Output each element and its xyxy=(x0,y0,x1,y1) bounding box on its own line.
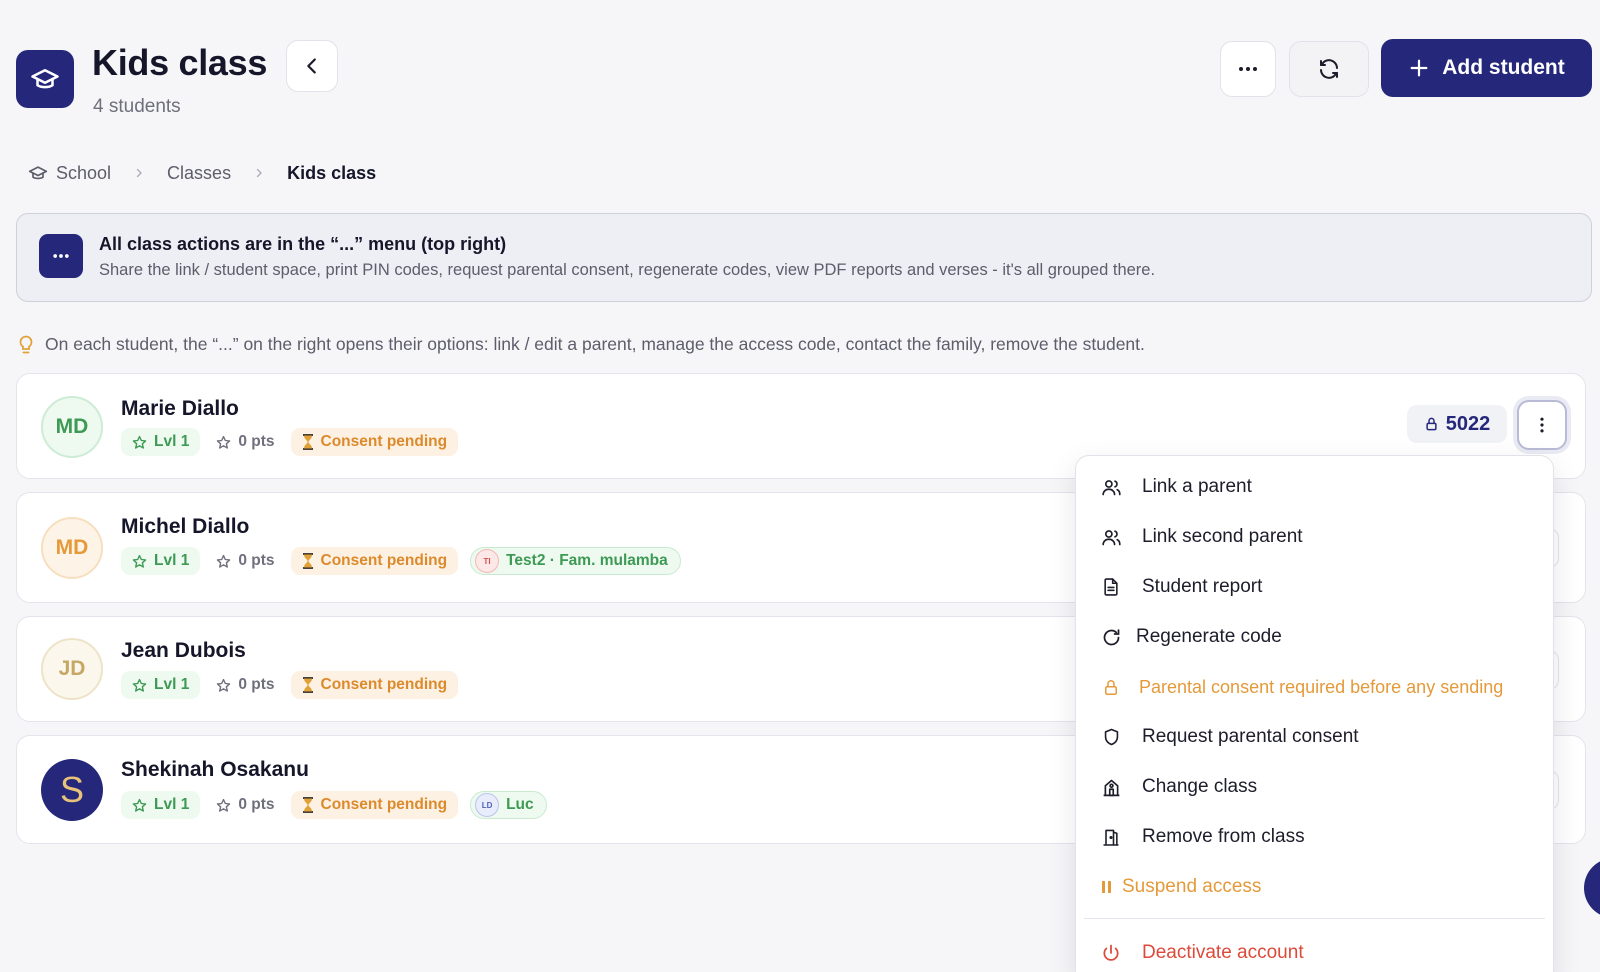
hourglass-icon xyxy=(302,677,313,693)
menu-regenerate-code[interactable]: Regenerate code xyxy=(1100,626,1282,648)
avatar: MD xyxy=(41,517,103,579)
menu-remove-from-class[interactable]: Remove from class xyxy=(1100,826,1305,848)
lock-icon xyxy=(1426,417,1437,431)
chevron-left-icon xyxy=(307,58,316,74)
student-tags: Lvl 1 0 pts Consent pending xyxy=(121,671,459,699)
menu-deactivate-account[interactable]: Deactivate account xyxy=(1100,942,1304,964)
consent-badge: Consent pending xyxy=(290,547,459,575)
tip-text: On each student, the “...” on the right … xyxy=(45,334,1145,354)
more-horizontal-icon xyxy=(1239,67,1257,71)
breadcrumb-label: Kids class xyxy=(287,162,377,183)
linked-parent-badge[interactable]: TI Test2 · Fam. mulamba xyxy=(470,547,681,575)
page-header: Kids class 4 students Add student xyxy=(16,38,1592,128)
refresh-button[interactable] xyxy=(1289,41,1369,97)
consent-badge: Consent pending xyxy=(290,428,459,456)
menu-student-report[interactable]: Student report xyxy=(1100,576,1262,598)
more-horizontal-icon xyxy=(39,234,83,278)
consent-badge: Consent pending xyxy=(290,791,459,819)
shield-icon xyxy=(1100,726,1122,748)
banner-title: All class actions are in the “...” menu … xyxy=(99,234,507,254)
student-tags: Lvl 1 0 pts Consent pending TI Test2 · F… xyxy=(121,547,681,575)
student-tags: Lvl 1 0 pts Consent pending xyxy=(121,428,459,456)
level-badge: Lvl 1 xyxy=(121,791,201,819)
plus-icon xyxy=(1410,59,1428,77)
floating-action-button[interactable] xyxy=(1584,858,1600,918)
student-count: 4 students xyxy=(93,96,181,117)
hourglass-icon xyxy=(302,434,313,450)
menu-divider xyxy=(1084,918,1545,919)
menu-consent-required-notice: Parental consent required before any sen… xyxy=(1100,676,1503,698)
linked-parent-badge[interactable]: LD Luc xyxy=(470,791,547,819)
student-options-menu: Link a parent Link second parent Student… xyxy=(1075,455,1554,972)
breadcrumb: School Classes Kids class xyxy=(28,160,376,186)
breadcrumb-current: Kids class xyxy=(287,163,376,184)
back-button[interactable] xyxy=(286,40,338,92)
lock-icon xyxy=(1100,676,1122,698)
add-student-button[interactable]: Add student xyxy=(1381,39,1592,97)
star-icon xyxy=(132,798,147,812)
banner-text: Share the link / student space, print PI… xyxy=(99,261,1156,279)
level-badge: Lvl 1 xyxy=(121,671,201,699)
pause-icon xyxy=(1100,876,1114,898)
star-icon xyxy=(217,435,231,449)
avatar: JD xyxy=(41,638,103,700)
menu-change-class[interactable]: Change class xyxy=(1100,776,1257,798)
access-code[interactable]: 5022 xyxy=(1407,405,1507,443)
consent-badge: Consent pending xyxy=(290,671,459,699)
refresh-icon xyxy=(1100,626,1122,648)
avatar: MD xyxy=(41,396,103,458)
breadcrumb-label: Classes xyxy=(167,162,232,183)
star-icon xyxy=(132,678,147,692)
star-icon xyxy=(132,435,147,449)
graduation-cap-icon xyxy=(16,50,74,108)
star-icon xyxy=(132,554,147,568)
star-icon xyxy=(217,554,231,568)
more-vertical-icon xyxy=(1540,417,1544,433)
breadcrumb-school[interactable]: School xyxy=(28,163,111,184)
school-icon xyxy=(1100,776,1122,798)
graduation-cap-icon xyxy=(28,166,48,180)
points-badge: 0 pts xyxy=(212,671,278,699)
info-banner: All class actions are in the “...” menu … xyxy=(16,213,1592,302)
points-badge: 0 pts xyxy=(212,791,278,819)
users-icon xyxy=(1100,526,1122,548)
power-icon xyxy=(1100,942,1122,964)
points-badge: 0 pts xyxy=(212,547,278,575)
hourglass-icon xyxy=(302,797,313,813)
menu-link-parent[interactable]: Link a parent xyxy=(1100,476,1252,498)
add-student-label: Add student xyxy=(1442,56,1565,79)
refresh-icon xyxy=(1320,59,1338,79)
class-actions-button[interactable] xyxy=(1220,41,1276,97)
menu-link-second-parent[interactable]: Link second parent xyxy=(1100,526,1303,548)
star-icon xyxy=(217,678,231,692)
file-text-icon xyxy=(1100,576,1122,598)
avatar: S xyxy=(41,759,103,821)
menu-suspend-access[interactable]: Suspend access xyxy=(1100,876,1261,898)
chevron-right-icon xyxy=(133,167,145,179)
menu-request-consent[interactable]: Request parental consent xyxy=(1100,726,1359,748)
student-name: Jean Dubois xyxy=(121,639,246,662)
parent-avatar: LD xyxy=(475,793,500,817)
student-name: Michel Diallo xyxy=(121,515,250,538)
breadcrumb-label: School xyxy=(56,162,112,183)
student-name: Shekinah Osakanu xyxy=(121,758,309,781)
student-options-button[interactable] xyxy=(1517,400,1567,450)
parent-avatar: TI xyxy=(475,549,500,573)
breadcrumb-classes[interactable]: Classes xyxy=(167,163,231,184)
chevron-right-icon xyxy=(253,167,265,179)
users-icon xyxy=(1100,476,1122,498)
level-badge: Lvl 1 xyxy=(121,428,201,456)
points-badge: 0 pts xyxy=(212,428,278,456)
lightbulb-icon xyxy=(19,335,33,353)
door-icon xyxy=(1100,826,1122,848)
student-tags: Lvl 1 0 pts Consent pending LD Luc xyxy=(121,791,547,819)
level-badge: Lvl 1 xyxy=(121,547,201,575)
hourglass-icon xyxy=(302,553,313,569)
star-icon xyxy=(217,798,231,812)
page-title: Kids class xyxy=(92,42,268,83)
student-name: Marie Diallo xyxy=(121,397,239,420)
tip: On each student, the “...” on the right … xyxy=(18,334,1145,355)
